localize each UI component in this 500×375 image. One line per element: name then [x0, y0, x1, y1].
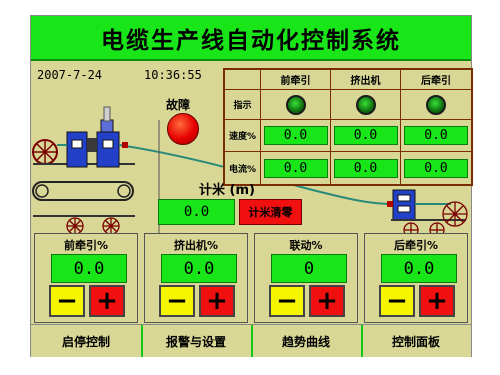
- panel-value: 0.0: [161, 254, 237, 283]
- speed-rear-value: 0.0: [404, 126, 468, 145]
- decrease-button[interactable]: −: [159, 285, 195, 317]
- panel-value: 0.0: [381, 254, 457, 283]
- nav-trend-curve[interactable]: 趋势曲线: [254, 328, 358, 354]
- nav-start-stop[interactable]: 启停控制: [34, 328, 138, 354]
- row-label-indicator: 指示: [225, 90, 261, 120]
- front-capstan-icon: [32, 163, 135, 217]
- table-header-front-traction: 前牵引: [261, 70, 331, 90]
- date-display: 2007-7-24: [37, 68, 103, 82]
- table-cell: 0.0: [401, 152, 471, 184]
- speed-front-value: 0.0: [263, 126, 328, 145]
- current-rear-value: 0.0: [404, 158, 468, 178]
- guide-reel-icon: [66, 217, 120, 235]
- panel-label: 挤出机%: [173, 239, 219, 252]
- meter-label: 计米 (m): [199, 183, 255, 198]
- panel-extruder: 挤出机% 0.0 − +: [144, 233, 248, 323]
- panel-value: 0: [271, 254, 347, 283]
- extruder-icon: [66, 106, 120, 168]
- meter-reset-button[interactable]: 计米清零: [239, 199, 302, 225]
- nav-control-panel[interactable]: 控制面板: [364, 328, 468, 354]
- fault-label: 故障: [166, 98, 191, 112]
- bottom-nav: 启停控制 报警与设置 趋势曲线 控制面板: [31, 324, 471, 357]
- status-table: 前牵引 挤出机 后牵引 指示 速度% 0.0 0.0 0.0 电流% 0.0 0…: [223, 68, 473, 186]
- panel-rear-traction: 后牵引% 0.0 − +: [364, 233, 468, 323]
- decrease-button[interactable]: −: [379, 285, 415, 317]
- payoff-reel-icon: [32, 139, 58, 165]
- title-bar: 电缆生产线自动化控制系统: [31, 16, 471, 61]
- current-front-value: 0.0: [263, 158, 328, 178]
- panel-label: 联动%: [289, 239, 323, 252]
- table-cell: [261, 90, 331, 120]
- increase-button[interactable]: +: [419, 285, 455, 317]
- indicator-lamp-icon: [285, 94, 306, 115]
- nav-divider: [361, 325, 363, 357]
- nav-divider: [251, 325, 253, 357]
- table-cell: 0.0: [331, 120, 401, 152]
- table-cell: [401, 90, 471, 120]
- panel-value: 0.0: [51, 254, 127, 283]
- speed-extruder-value: 0.0: [333, 126, 398, 145]
- row-label-speed: 速度%: [225, 120, 261, 152]
- nav-alarm-settings[interactable]: 报警与设置: [144, 328, 248, 354]
- increase-button[interactable]: +: [89, 285, 125, 317]
- time-display: 10:36:55: [144, 68, 202, 82]
- meter-value: 0.0: [158, 199, 235, 225]
- panel-linkage: 联动% 0 − +: [254, 233, 358, 323]
- table-cell: [331, 90, 401, 120]
- table-header-extruder: 挤出机: [331, 70, 401, 90]
- table-cell: 0.0: [401, 120, 471, 152]
- increase-button[interactable]: +: [199, 285, 235, 317]
- panel-front-traction: 前牵引% 0.0 − +: [34, 233, 138, 323]
- panel-label: 后牵引%: [393, 239, 439, 252]
- panel-label: 前牵引%: [63, 239, 109, 252]
- app-title: 电缆生产线自动化控制系统: [101, 26, 401, 54]
- table-header-rear-traction: 后牵引: [401, 70, 471, 90]
- table-corner: [225, 70, 261, 90]
- hmi-screen: 电缆生产线自动化控制系统 2007-7-24 10:36:55 故障 前牵引 挤…: [30, 15, 473, 357]
- decrease-button[interactable]: −: [269, 285, 305, 317]
- table-cell: 0.0: [261, 152, 331, 184]
- nav-divider: [141, 325, 143, 357]
- indicator-lamp-icon: [426, 94, 446, 115]
- increase-button[interactable]: +: [309, 285, 345, 317]
- current-extruder-value: 0.0: [333, 158, 398, 178]
- indicator-lamp-icon: [355, 94, 376, 115]
- table-cell: 0.0: [261, 120, 331, 152]
- table-cell: 0.0: [331, 152, 401, 184]
- fault-lamp-icon: [167, 113, 199, 145]
- decrease-button[interactable]: −: [49, 285, 85, 317]
